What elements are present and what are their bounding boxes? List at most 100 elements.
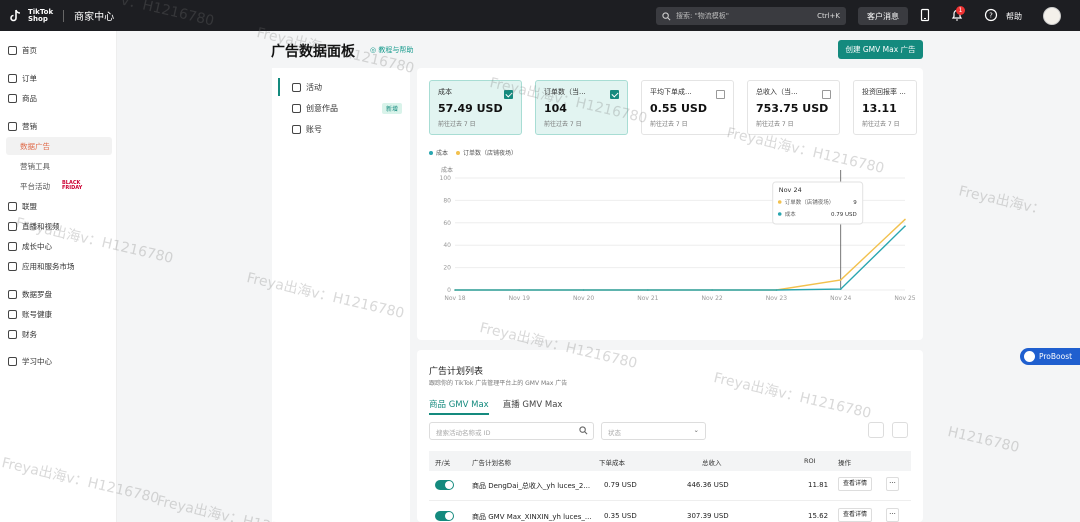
metric-label: 成本 [438, 88, 452, 96]
col-revenue[interactable]: 总收入 [702, 457, 722, 467]
metric-period: 前往过去 7 日 [862, 121, 900, 128]
metric-checkbox[interactable] [716, 90, 725, 99]
tiktok-shop-logo[interactable]: TikTok Shop 商家中心 [8, 8, 114, 23]
legend-item-cost[interactable]: 成本 [429, 148, 448, 157]
sidebar-item-finance[interactable]: 财务 [0, 325, 117, 343]
metric-card-revenue[interactable]: 总收入（当... 753.75 USD 前往过去 7 日 [747, 80, 840, 135]
sidebar-item-live-video[interactable]: 直播和视频 [0, 217, 117, 235]
sidebar-item-affiliate[interactable]: 联盟 [0, 197, 117, 215]
sidebar-item-orders[interactable]: 订单 [0, 69, 117, 87]
metric-value: 13.11 [862, 102, 897, 115]
sidebar-item-marketing-tools[interactable]: 营销工具 [0, 157, 117, 175]
campaign-icon [292, 82, 301, 92]
growth-icon [8, 241, 17, 251]
campaign-name[interactable]: 商品 DengDai_总收入_yh luces_2... [472, 481, 590, 491]
submenu-item-accounts[interactable]: 账号 [278, 120, 406, 138]
view-details-button[interactable]: 查看详情 [838, 477, 872, 491]
campaign-tabs: 商品 GMV Max 直播 GMV Max [429, 398, 562, 415]
sidebar-item-data-ads[interactable]: 数据广告 [6, 137, 112, 155]
help-link[interactable]: ◎ 教程与帮助 [370, 45, 413, 55]
metric-card-avg-order-cost[interactable]: 平均下单成... 0.55 USD 前往过去 7 日 [641, 80, 734, 135]
campaign-name[interactable]: 商品 GMV Max_XINXIN_yh luces_... [472, 512, 592, 522]
submenu-item-activities[interactable]: 活动 [278, 78, 406, 96]
clipboard-icon[interactable] [892, 422, 908, 438]
sidebar-item-label: 平台活动 [20, 181, 50, 191]
sidebar-item-data-compass[interactable]: 数据罗盘 [0, 285, 117, 303]
status-select[interactable]: 状态 ⌄ [601, 422, 706, 440]
sidebar-item-growth[interactable]: 成长中心 [0, 237, 117, 255]
global-search-box[interactable]: 搜索: "物流模板" Ctrl+K [656, 7, 846, 25]
sidebar-item-label: 财务 [22, 329, 37, 339]
sidebar-item-label: 订单 [22, 73, 37, 83]
phone-icon[interactable] [918, 8, 932, 22]
sidebar-item-platform-events[interactable]: 平台活动 BLACK FRIDAY [0, 177, 117, 195]
logo-divider [63, 9, 65, 22]
proboost-icon [1024, 351, 1035, 362]
sidebar-item-marketing[interactable]: 营销 [0, 117, 117, 135]
data-point [839, 288, 842, 290]
more-options-button[interactable]: ··· [886, 508, 899, 522]
help-icon[interactable]: ? [984, 8, 998, 22]
col-cost[interactable]: 下单成本 [599, 457, 625, 467]
sidebar-item-label: 首页 [22, 45, 37, 55]
data-point [647, 289, 649, 291]
view-details-button[interactable]: 查看详情 [838, 508, 872, 522]
megaphone-icon [8, 121, 17, 131]
campaign-toggle[interactable] [435, 511, 454, 521]
watermark: Freya出海v： [957, 183, 1047, 219]
chart-icon [8, 289, 17, 299]
metric-card-roi[interactable]: 投资回报率 ... 13.11 前往过去 7 日 [853, 80, 917, 135]
top-bar: TikTok Shop 商家中心 搜索: "物流模板" Ctrl+K 客户消息 … [0, 0, 1080, 31]
customer-messages-button[interactable]: 客户消息 [858, 7, 908, 25]
list-icon [292, 124, 301, 134]
sidebar-item-products[interactable]: 商品 [0, 89, 117, 107]
campaign-toggle[interactable] [435, 480, 454, 490]
more-options-button[interactable]: ··· [886, 477, 899, 491]
export-icon[interactable] [868, 422, 884, 438]
proboost-button[interactable]: ProBoost [1020, 348, 1080, 365]
sidebar-item-home[interactable]: 首页 [0, 41, 117, 59]
legend-item-orders[interactable]: 订单数（店铺夜场） [456, 148, 517, 157]
help-label[interactable]: 帮助 [1003, 7, 1025, 25]
metric-checkbox[interactable] [610, 90, 619, 99]
campaign-revenue: 307.39 USD [687, 512, 729, 520]
chevron-down-icon: ⌄ [693, 426, 699, 434]
metric-value: 0.55 USD [650, 102, 707, 115]
metric-value: 753.75 USD [756, 102, 829, 115]
sidebar-item-label: 营销 [22, 121, 37, 131]
campaign-cost: 0.79 USD [604, 481, 637, 489]
data-point [518, 289, 521, 291]
submenu-item-creatives[interactable]: 创意作品 新增 [278, 99, 406, 117]
home-icon [8, 45, 17, 55]
tab-product-gmv-max[interactable]: 商品 GMV Max [429, 398, 489, 415]
tooltip-value: 0.79 USD [831, 212, 857, 218]
series-line [455, 218, 906, 291]
col-roi[interactable]: ROI [804, 457, 816, 465]
metric-card-orders[interactable]: 订单数（当... 104 前往过去 7 日 [535, 80, 628, 135]
campaign-revenue: 446.36 USD [687, 481, 729, 489]
ads-submenu: 活动 创意作品 新增 账号 [272, 68, 410, 522]
chart-legend: 成本 订单数（店铺夜场） [429, 148, 517, 157]
sidebar-item-account-health[interactable]: 账号健康 [0, 305, 117, 323]
sidebar-item-learning[interactable]: 学习中心 [0, 352, 117, 370]
campaign-list-panel: 广告计划列表 跟踪你的 TikTok 广告管理平台上的 GMV Max 广告 商… [417, 350, 923, 522]
metric-period: 前往过去 7 日 [438, 121, 476, 128]
tab-live-gmv-max[interactable]: 直播 GMV Max [503, 398, 563, 415]
data-point [775, 289, 778, 291]
metric-checkbox[interactable] [504, 90, 513, 99]
campaign-search-input[interactable]: 搜索活动名称或 ID [429, 422, 594, 440]
y-axis-label: 成本 [441, 166, 453, 174]
avatar[interactable] [1043, 7, 1061, 25]
table-row: 商品 DengDai_总收入_yh luces_2... 0.79 USD 44… [429, 471, 911, 501]
metric-label: 投资回报率 ... [862, 88, 906, 96]
create-gmv-max-button[interactable]: 创建 GMV Max 广告 [838, 40, 923, 59]
logo-line2: Shop [28, 14, 48, 23]
col-name: 广告计划名称 [472, 459, 511, 467]
campaign-roi: 11.81 [808, 481, 829, 489]
location-pin-icon [8, 309, 17, 319]
metric-checkbox[interactable] [822, 90, 831, 99]
metric-card-cost[interactable]: 成本 57.49 USD 前往过去 7 日 [429, 80, 522, 135]
x-tick-label: Nov 24 [830, 295, 851, 302]
sidebar-item-app-market[interactable]: 应用和服务市场 [0, 257, 117, 275]
metrics-panel: 成本 57.49 USD 前往过去 7 日 订单数（当... 104 前往过去 … [417, 68, 923, 340]
